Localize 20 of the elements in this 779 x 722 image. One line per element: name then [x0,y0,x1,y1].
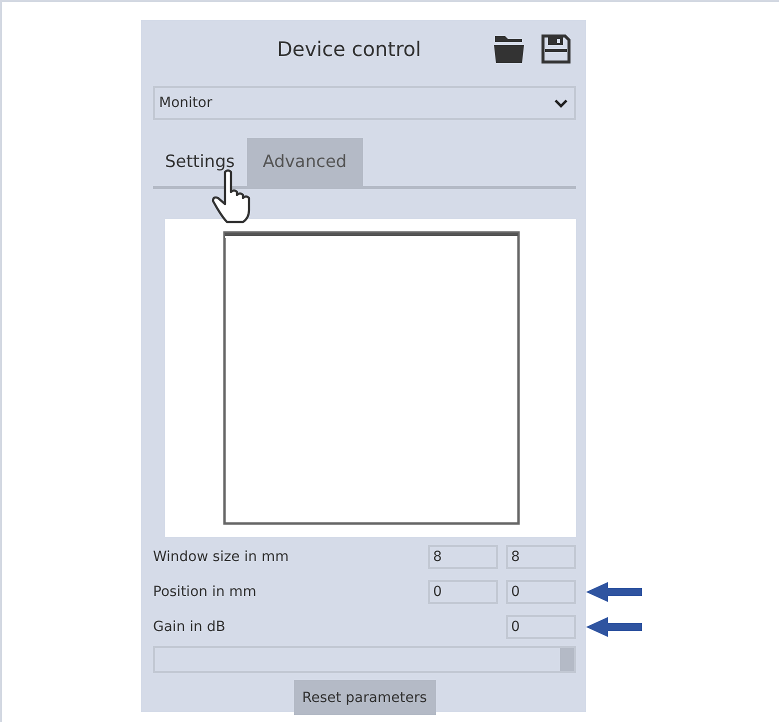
save-icon[interactable] [541,34,571,64]
parameter-label: Window size in mm [153,549,290,565]
slider-track[interactable] [153,646,576,673]
arrow-icon [586,616,642,638]
parameter-label: Position in mm [153,584,258,600]
reset-button[interactable]: Reset parameters [294,680,436,715]
device-dropdown[interactable]: Monitor [153,86,576,120]
input-field[interactable]: 8 [506,545,576,569]
input-field[interactable]: 0 [428,580,498,604]
input-field[interactable]: 8 [428,545,498,569]
input-field[interactable]: 0 [506,580,576,604]
tab[interactable]: Settings [153,138,247,186]
folder-icon[interactable] [493,34,525,64]
chevron-down-icon [554,98,568,108]
input-field[interactable]: 0 [506,615,576,639]
slider-thumb[interactable] [560,648,574,671]
arrow-icon [586,581,642,603]
tab[interactable]: Advanced [246,138,363,186]
panel-title: Device control [277,37,422,61]
parameter-label: Gain in dB [153,619,226,635]
